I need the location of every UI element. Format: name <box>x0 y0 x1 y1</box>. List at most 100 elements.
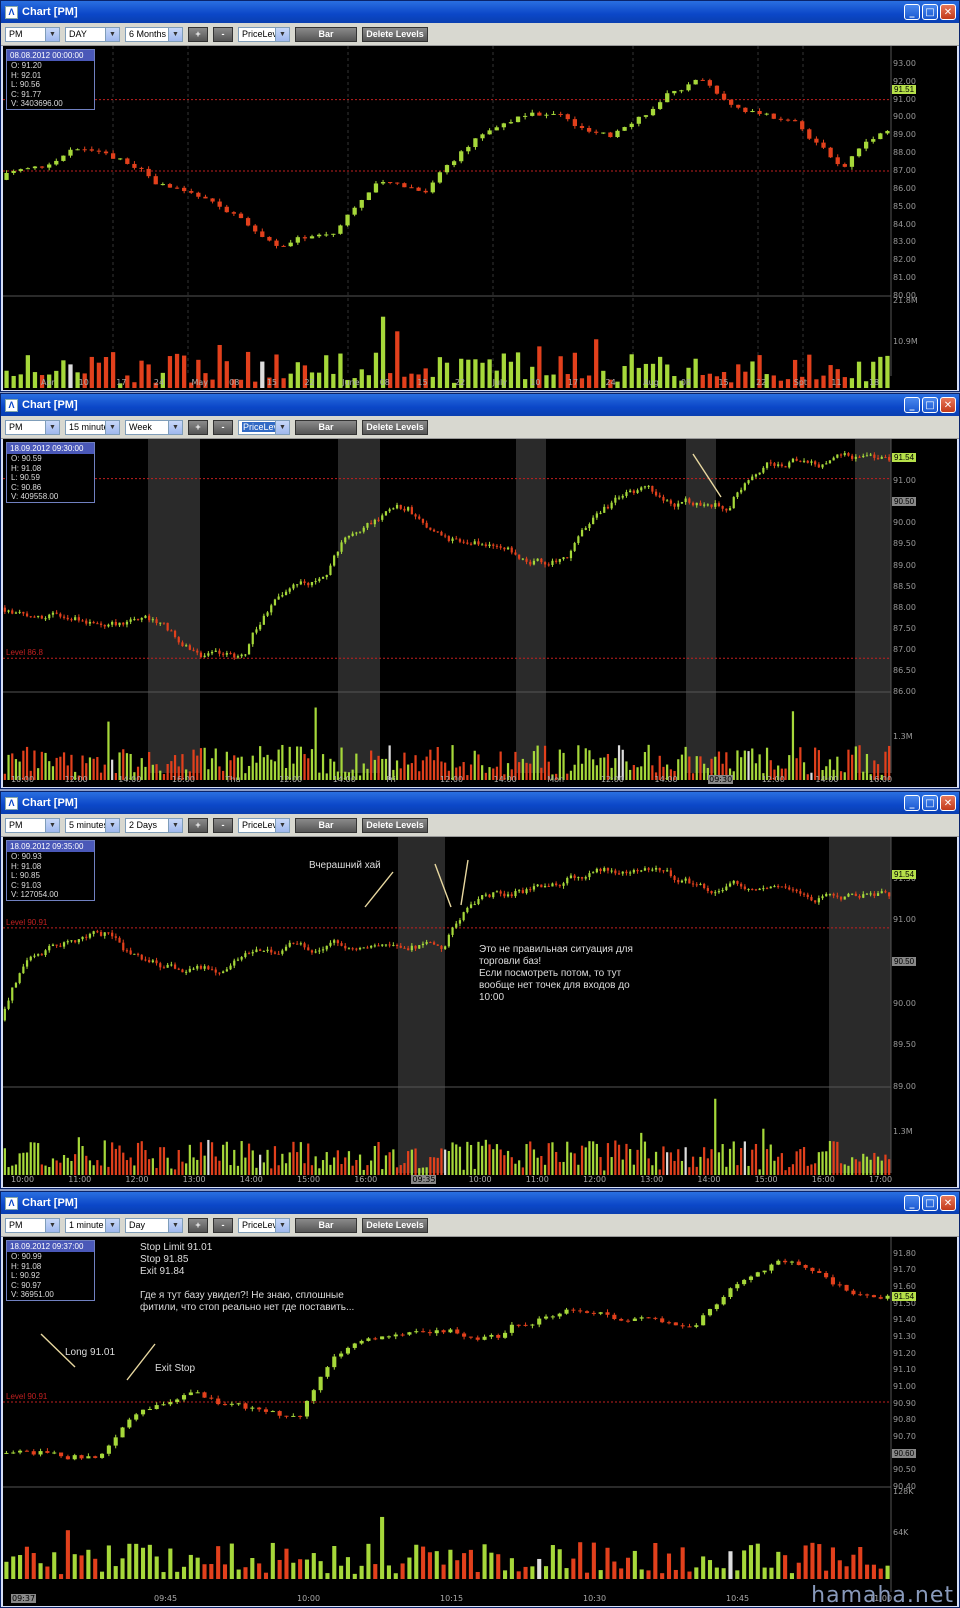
delete-levels-button[interactable]: Delete Levels <box>362 1217 428 1233</box>
tool-select[interactable]: PriceLeve ▼ <box>238 1217 290 1233</box>
chart-window[interactable]: Λ Chart [PM] _ □ ✕ PM ▼ 5 minutes ▼ 2 Days ▼ + - Pric… <box>0 791 960 1189</box>
chart-canvas[interactable]: 08.08.2012 00:00:00 O: 91.20 H: 92.01 L: 90… <box>3 46 957 390</box>
candle-body <box>345 1347 351 1354</box>
candle-body <box>103 151 109 154</box>
x-axis-label: 10 <box>530 378 541 387</box>
maximize-button[interactable]: □ <box>922 397 938 413</box>
zoom-in-button[interactable]: + <box>188 419 208 435</box>
tool-select[interactable]: PriceLeve ▼ <box>238 817 290 833</box>
title-bar[interactable]: Λ Chart [PM] _ □ ✕ <box>1 1192 959 1214</box>
close-button[interactable]: ✕ <box>940 4 956 20</box>
minimize-button[interactable]: _ <box>904 397 920 413</box>
range-select[interactable]: Day ▼ <box>125 1217 183 1233</box>
minimize-button[interactable]: _ <box>904 795 920 811</box>
close-button[interactable]: ✕ <box>940 1195 956 1211</box>
range-select[interactable]: Week ▼ <box>125 419 183 435</box>
volume-bar <box>414 1544 419 1579</box>
title-bar[interactable]: Λ Chart [PM] _ □ ✕ <box>1 792 959 814</box>
zoom-out-button[interactable]: - <box>213 1217 233 1233</box>
minimize-button[interactable]: _ <box>904 4 920 20</box>
tool-select[interactable]: PriceLeve ▼ <box>238 419 290 435</box>
tool-select[interactable]: PriceLeve ▼ <box>238 26 290 42</box>
bar-type-button[interactable]: Bar <box>295 26 357 42</box>
zoom-in-button[interactable]: + <box>188 817 208 833</box>
volume-bar <box>455 1560 460 1579</box>
minimize-button[interactable]: _ <box>904 1195 920 1211</box>
interval-select[interactable]: 1 minute ▼ <box>65 1217 120 1233</box>
candle-body <box>564 1309 569 1314</box>
candle-body <box>332 1356 337 1368</box>
volume-bar <box>339 1565 344 1579</box>
candle-body <box>31 1451 36 1455</box>
interval-select[interactable]: DAY ▼ <box>65 26 120 42</box>
candle-body <box>25 960 29 967</box>
volume-bar <box>434 1551 439 1579</box>
candle-body <box>584 528 587 530</box>
x-axis-label: Thu <box>225 775 241 784</box>
volume-bar <box>146 364 151 388</box>
delete-levels-button[interactable]: Delete Levels <box>362 419 428 435</box>
close-button[interactable]: ✕ <box>940 397 956 413</box>
candle-body <box>700 79 705 81</box>
zoom-out-button[interactable]: - <box>213 817 233 833</box>
symbol-select[interactable]: PM ▼ <box>5 26 60 42</box>
range-select[interactable]: 2 Days ▼ <box>125 817 183 833</box>
candle-body <box>410 507 413 515</box>
candle-body <box>728 883 732 887</box>
candle-body <box>93 1456 98 1458</box>
bar-type-button[interactable]: Bar <box>295 817 357 833</box>
symbol-select[interactable]: PM ▼ <box>5 419 60 435</box>
delete-levels-button[interactable]: Delete Levels <box>362 817 428 833</box>
candle-body <box>828 460 832 464</box>
candle-body <box>96 931 99 933</box>
bar-type-button[interactable]: Bar <box>295 1217 357 1233</box>
candle-body <box>277 953 280 955</box>
chart-window[interactable]: Λ Chart [PM] _ □ ✕ PM ▼ 15 minutes ▼ Week ▼ + - Price… <box>0 393 960 789</box>
chart-window[interactable]: Λ Chart [PM] _ □ ✕ PM ▼ 1 minute ▼ Day ▼ + - PriceLev… <box>0 1191 960 1608</box>
bar-type-button[interactable]: Bar <box>295 419 357 435</box>
close-button[interactable]: ✕ <box>940 795 956 811</box>
volume-bar <box>266 1149 269 1175</box>
chevron-down-icon: ▼ <box>168 420 182 434</box>
price-volume-plot[interactable] <box>3 439 957 787</box>
candle-body <box>181 1395 187 1400</box>
symbol-select[interactable]: PM ▼ <box>5 817 60 833</box>
zoom-out-button[interactable]: - <box>213 26 233 42</box>
candle-body <box>441 1330 446 1333</box>
candle-body <box>214 969 217 973</box>
interval-select[interactable]: 15 minutes ▼ <box>65 419 120 435</box>
zoom-out-button[interactable]: - <box>213 419 233 435</box>
volume-bar <box>111 759 114 780</box>
candle-body <box>885 1295 890 1299</box>
volume-bar <box>573 1153 576 1175</box>
zoom-in-button[interactable]: + <box>188 26 208 42</box>
chart-canvas[interactable]: 18.09.2012 09:30:00 O: 90.59 H: 91.08 L: 90… <box>3 439 957 787</box>
volume-bar <box>175 1571 180 1579</box>
delete-levels-button[interactable]: Delete Levels <box>362 26 428 42</box>
candle-body <box>288 242 293 247</box>
price-volume-plot[interactable] <box>3 837 957 1187</box>
candle-body <box>217 201 222 207</box>
volume-bar <box>871 1564 876 1579</box>
chart-canvas[interactable]: 18.09.2012 09:37:00 O: 90.99 H: 91.08 L: 90… <box>3 1237 957 1606</box>
chart-window[interactable]: Λ Chart [PM] _ □ ✕ PM ▼ DAY ▼ 6 Months ▼ + - PriceLev… <box>0 0 960 392</box>
title-bar[interactable]: Λ Chart [PM] _ □ ✕ <box>1 394 959 416</box>
price-volume-plot[interactable] <box>3 46 957 390</box>
x-axis-label: 14:00 <box>493 775 517 784</box>
symbol-select[interactable]: PM ▼ <box>5 1217 60 1233</box>
maximize-button[interactable]: □ <box>922 4 938 20</box>
chart-canvas[interactable]: 18.09.2012 09:35:00 O: 90.93 H: 91.08 L: 90… <box>3 837 957 1187</box>
y-axis-label: 90.00 <box>893 998 916 1008</box>
ohlc-info-box: 18.09.2012 09:35:00 O: 90.93 H: 91.08 L: 90… <box>6 840 95 901</box>
maximize-button[interactable]: □ <box>922 795 938 811</box>
candle-body <box>133 953 136 955</box>
range-select[interactable]: 6 Months ▼ <box>125 26 183 42</box>
maximize-button[interactable]: □ <box>922 1195 938 1211</box>
interval-select[interactable]: 5 minutes ▼ <box>65 817 120 833</box>
volume-bar <box>858 745 861 780</box>
zoom-in-button[interactable]: + <box>188 1217 208 1233</box>
x-axis-label: Apr <box>41 378 55 387</box>
candle-body <box>347 948 351 950</box>
volume-bar <box>473 750 476 780</box>
title-bar[interactable]: Λ Chart [PM] _ □ ✕ <box>1 1 959 23</box>
